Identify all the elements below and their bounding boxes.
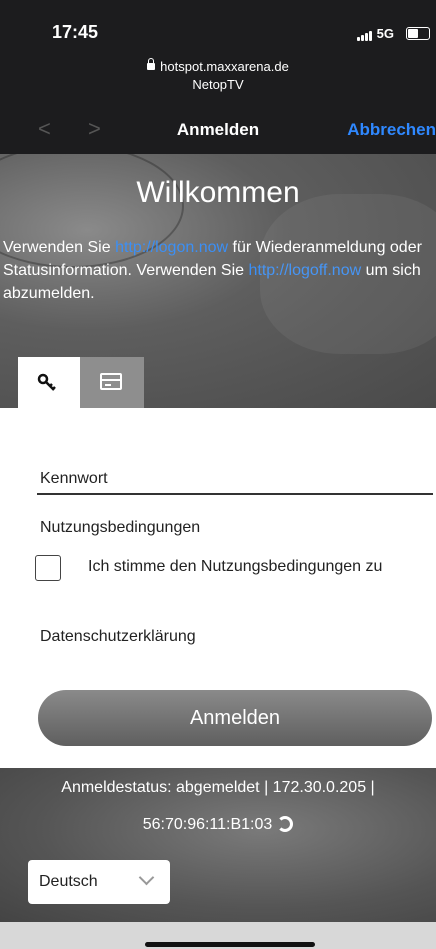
lock-icon (147, 58, 156, 71)
language-value: Deutsch (39, 873, 98, 890)
terms-link[interactable]: Nutzungsbedingungen (40, 519, 200, 537)
logoff-link[interactable]: http://logoff.now (248, 262, 361, 279)
signal-icon (356, 26, 373, 41)
battery-icon (406, 27, 430, 40)
password-input[interactable] (37, 493, 433, 495)
welcome-text: Verwenden Sie http://logon.now für Wiede… (3, 236, 423, 305)
cancel-button[interactable]: Abbrechen (347, 120, 436, 140)
accept-terms-label: Ich stimme den Nutzungsbedingungen zu (88, 558, 383, 575)
key-icon (37, 373, 56, 391)
welcome-text-part: Verwenden Sie (3, 239, 116, 256)
url-host-text: hotspot.maxxarena.de (160, 59, 289, 74)
login-form: Kennwort Nutzungsbedingungen Ich stimme … (0, 408, 436, 768)
nav-bar: < > Anmelden Abbrechen (0, 104, 436, 154)
home-area (0, 922, 436, 949)
mac-address: 56:70:96:11:B1:03 (142, 816, 273, 833)
privacy-link[interactable]: Datenschutzerklärung (40, 628, 196, 646)
url-host[interactable]: hotspot.maxxarena.de (0, 58, 436, 74)
home-indicator[interactable] (145, 942, 315, 947)
language-select[interactable]: Deutsch (28, 860, 170, 904)
page-name: NetopTV (192, 77, 244, 92)
refresh-icon[interactable] (277, 815, 294, 832)
network-type: 5G (376, 26, 394, 41)
welcome-title: Willkommen (136, 176, 300, 209)
login-button[interactable]: Anmelden (38, 690, 432, 746)
status-time: 17:45 (52, 22, 99, 42)
logon-link[interactable]: http://logon.now (115, 239, 228, 256)
tab-password[interactable] (18, 357, 80, 408)
network-indicator: 5G (356, 26, 394, 41)
footer: Anmeldestatus: abgemeldet | 172.30.0.205… (0, 768, 436, 922)
password-field-label: Kennwort (40, 470, 108, 487)
login-status: Anmeldestatus: abgemeldet | 172.30.0.205… (61, 779, 375, 796)
credit-card-icon (100, 373, 122, 390)
accept-terms-checkbox[interactable] (35, 555, 61, 581)
tab-voucher[interactable] (80, 357, 144, 408)
status-bar: 17:45 5G (0, 0, 436, 52)
chevron-down-icon (138, 869, 155, 886)
mac-address-line: 56:70:96:11:B1:03 (0, 815, 436, 834)
